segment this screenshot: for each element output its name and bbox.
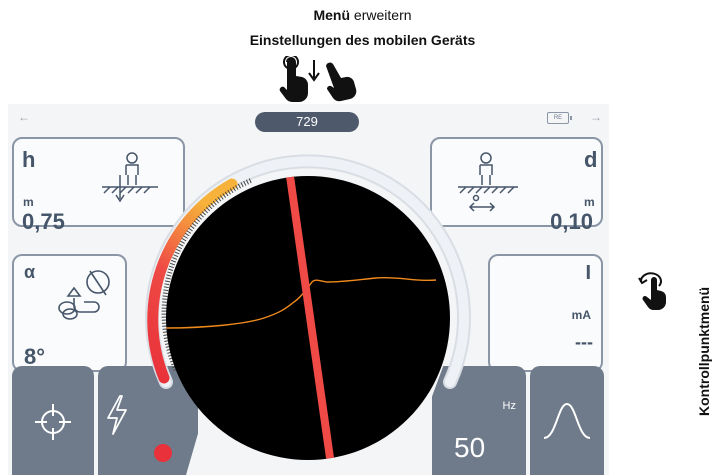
angle-card[interactable]: α 8°	[12, 254, 127, 372]
distance-symbol: d	[584, 147, 598, 172]
angle-symbol: α	[24, 262, 36, 282]
depth-symbol: h	[22, 147, 36, 172]
menu-hint-bold: Menü	[313, 7, 351, 23]
hand-rotate-icon	[638, 272, 667, 311]
crosshair-icon	[35, 404, 71, 440]
forward-arrow[interactable]: →	[590, 110, 602, 124]
battery-text: RE	[553, 115, 563, 121]
locate-button[interactable]	[12, 366, 94, 475]
frequency-unit: Hz	[502, 400, 516, 412]
signal-dial	[145, 154, 471, 460]
signal-value-pill[interactable]: 729	[255, 112, 359, 132]
cable-angle-icon	[58, 270, 110, 320]
battery-icon: RE	[547, 112, 572, 124]
depth-unit: m	[23, 195, 34, 209]
control-hint-bold: Kontrollpunktmenü	[696, 286, 712, 416]
distance-unit: m	[584, 195, 595, 209]
menu-hint-rest: erweitern	[350, 7, 412, 23]
current-card[interactable]: I mA ---	[488, 254, 603, 372]
current-symbol: I	[585, 262, 591, 284]
hand-swipe-down-icon	[308, 60, 357, 102]
lightning-icon	[107, 395, 127, 435]
menu-hint: Menü erweitern	[0, 7, 725, 23]
settings-hint: Einstellungen des mobilen Geräts	[249, 32, 476, 48]
device-screen: ← → RE 729 h m 0,75 d m 0,10 α 8° I mA -…	[8, 104, 609, 475]
current-unit: mA	[571, 308, 591, 322]
peak-mode-button[interactable]	[530, 366, 604, 475]
depth-value: 0,75	[22, 209, 65, 234]
peak-curve-icon	[543, 402, 591, 439]
control-menu-hint: Kontrollpunktmenü erweitern	[690, 170, 720, 470]
current-value: ---	[575, 332, 593, 352]
back-arrow[interactable]: ←	[18, 110, 30, 124]
distance-value: 0,10	[550, 209, 593, 234]
